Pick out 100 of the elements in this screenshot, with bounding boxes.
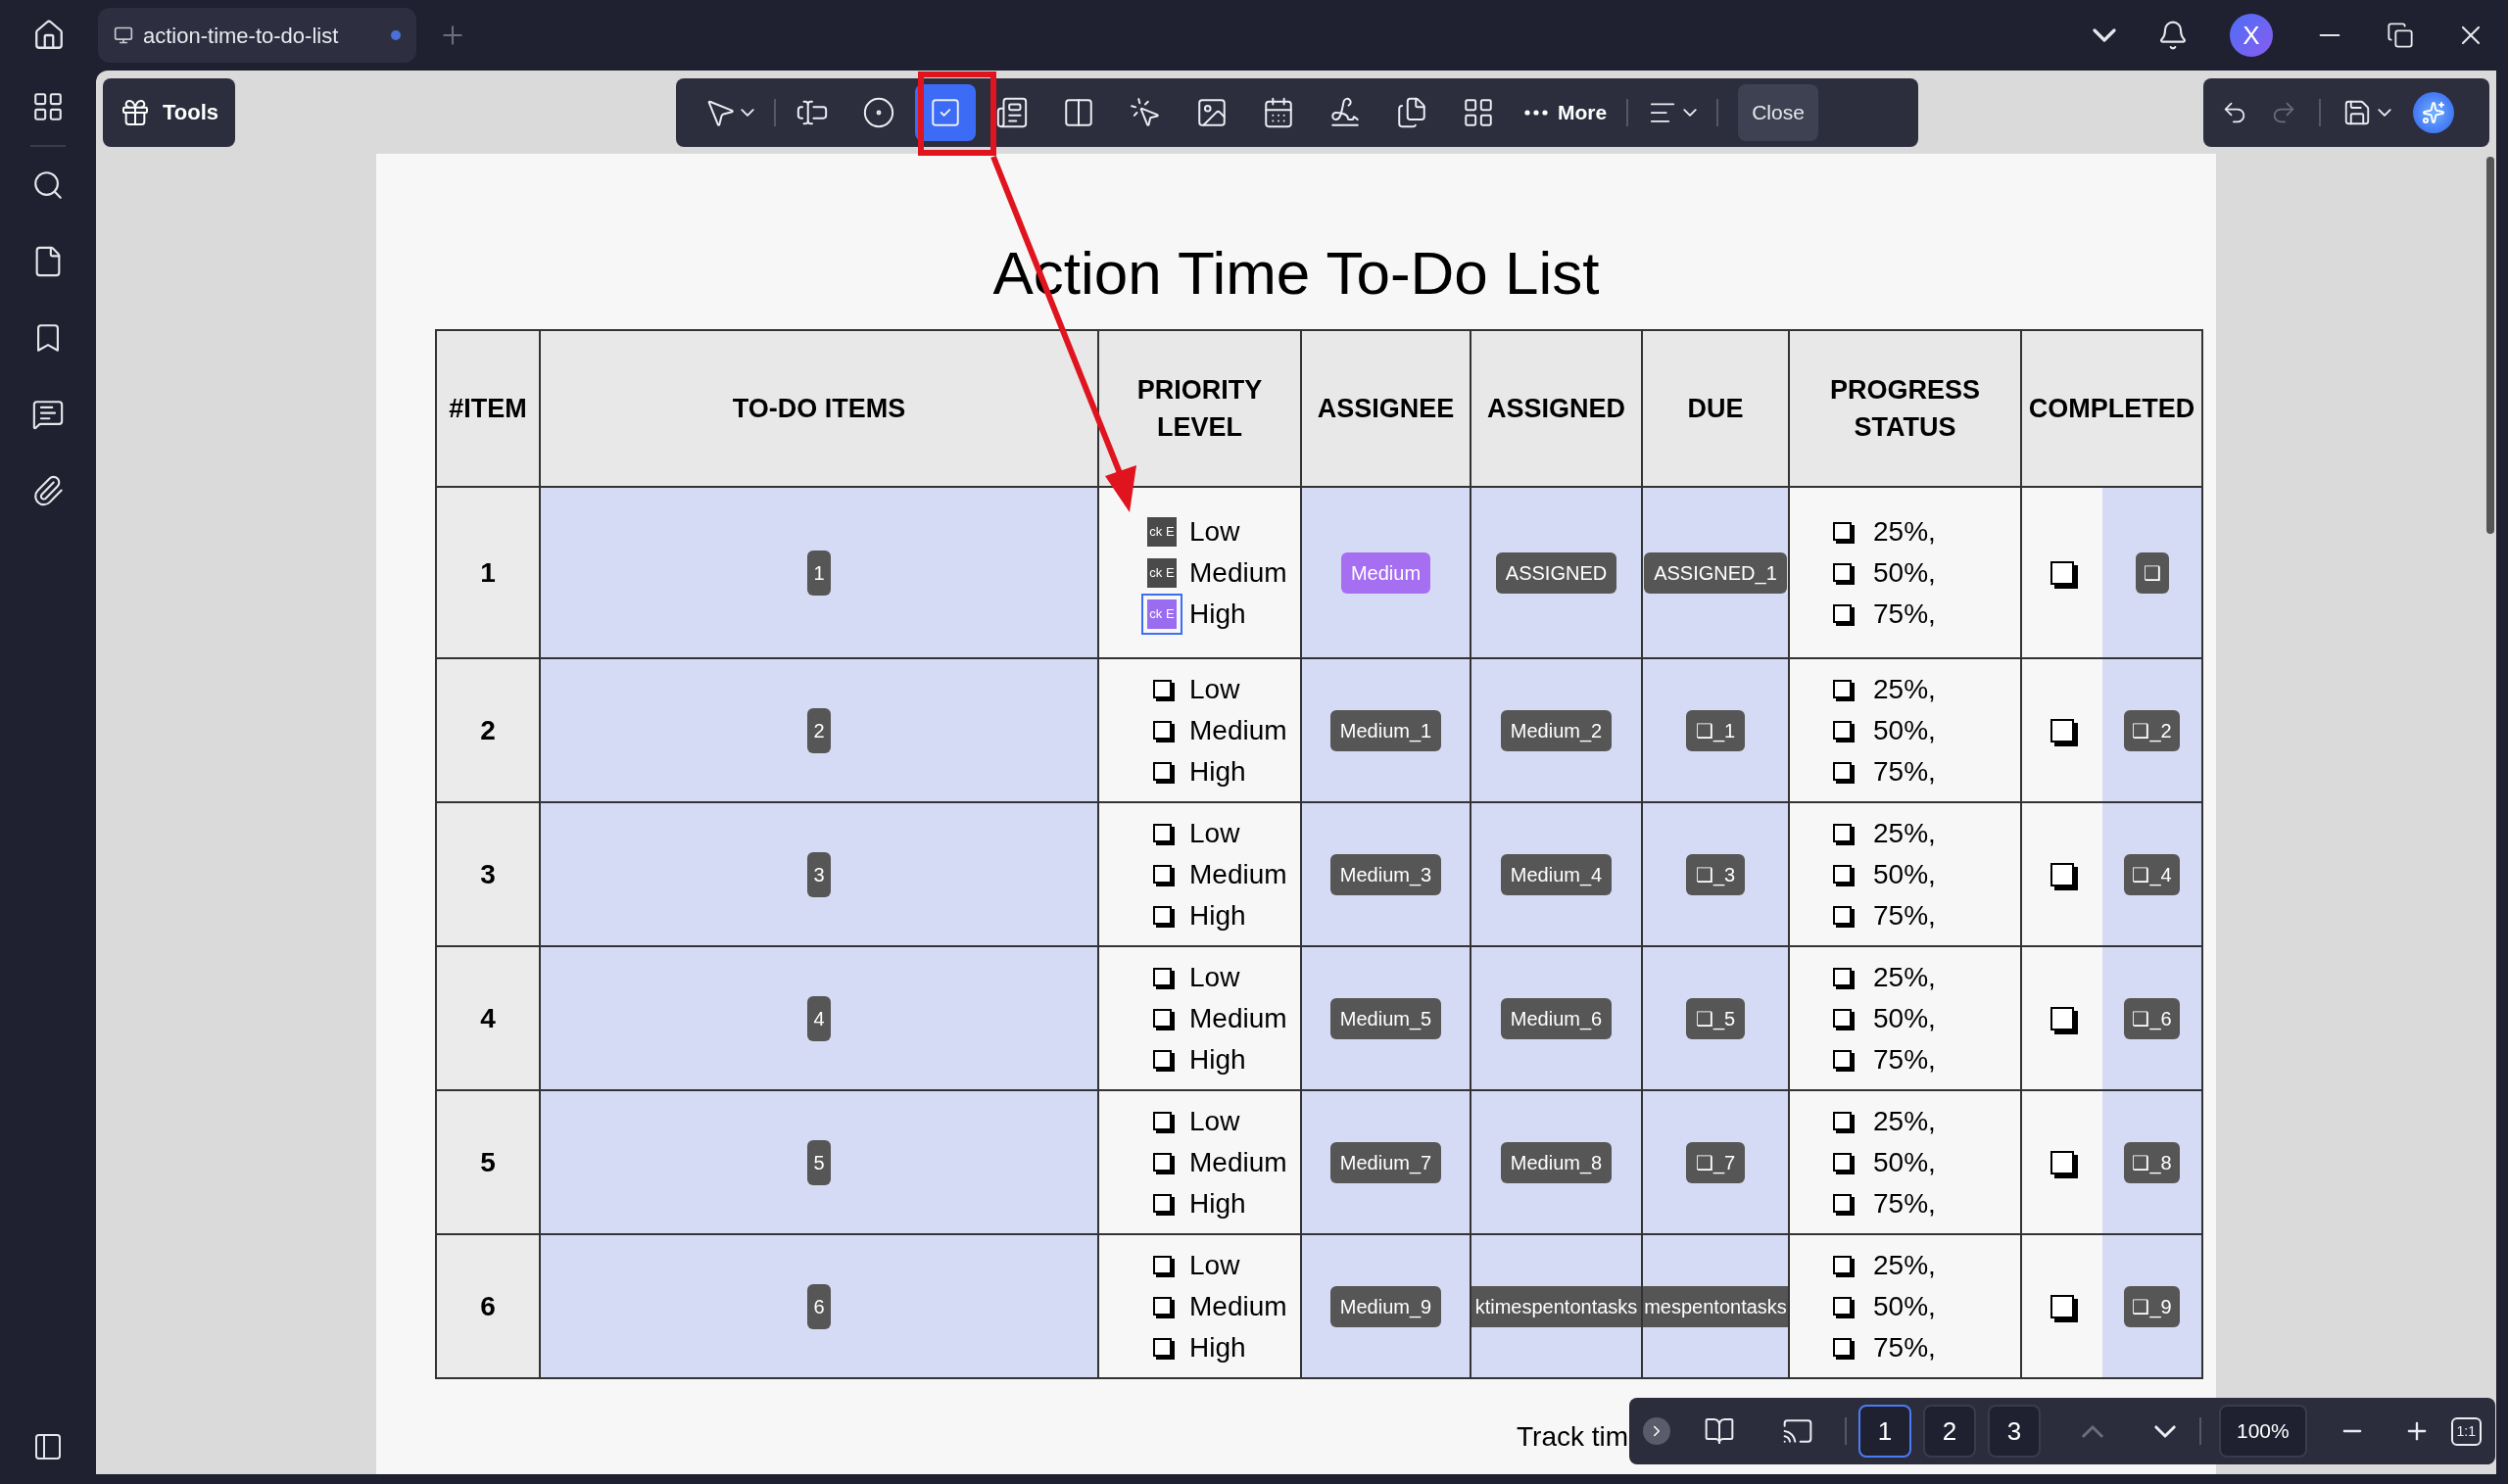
restore-icon[interactable] xyxy=(2387,22,2414,49)
checkbox[interactable] xyxy=(1833,1338,1852,1357)
form-field[interactable]: ❑_4 xyxy=(2124,853,2180,895)
checkbox[interactable] xyxy=(1152,968,1172,986)
checkbox-tool-button[interactable] xyxy=(915,83,976,141)
form-field[interactable]: ❑_1 xyxy=(1685,709,1746,751)
checkbox[interactable] xyxy=(1152,680,1172,698)
user-avatar[interactable]: X xyxy=(2230,14,2273,57)
checkbox[interactable] xyxy=(1833,1112,1852,1130)
checkbox[interactable] xyxy=(1833,762,1852,781)
checkbox[interactable] xyxy=(1833,1297,1852,1316)
zoom-field[interactable]: 100% xyxy=(2219,1405,2307,1458)
attachment-icon[interactable] xyxy=(31,474,65,507)
tools-button[interactable]: Tools xyxy=(103,77,235,147)
page-button[interactable]: 1 xyxy=(1858,1405,1911,1458)
checkbox[interactable] xyxy=(1152,721,1172,740)
expand-icon[interactable] xyxy=(1643,1417,1670,1445)
book-icon[interactable] xyxy=(1704,1415,1735,1447)
form-field[interactable]: ck E xyxy=(1147,557,1177,588)
checkbox[interactable] xyxy=(1152,1194,1172,1213)
form-field[interactable]: Medium_9 xyxy=(1329,1285,1442,1327)
checkbox[interactable] xyxy=(1833,1009,1852,1028)
chevron-down-icon[interactable] xyxy=(2093,28,2116,42)
form-field[interactable]: Medium_1 xyxy=(1329,709,1442,751)
comment-icon[interactable] xyxy=(31,398,65,431)
checkbox[interactable] xyxy=(1833,1050,1852,1069)
option-label: Medium xyxy=(1189,1001,1287,1035)
home-icon[interactable] xyxy=(32,19,66,52)
checkbox[interactable] xyxy=(1152,906,1172,925)
form-field[interactable]: ❑_3 xyxy=(1685,853,1746,895)
tab-title: action-time-to-do-list xyxy=(143,22,339,50)
checkbox[interactable] xyxy=(1833,604,1852,623)
checkbox[interactable] xyxy=(1833,1153,1852,1172)
assistant-icon[interactable] xyxy=(2413,91,2454,133)
scrollbar-thumb[interactable] xyxy=(2486,157,2494,534)
checkbox[interactable] xyxy=(1152,1153,1172,1172)
form-field[interactable]: Medium_5 xyxy=(1329,997,1442,1039)
document-tab[interactable]: action-time-to-do-list xyxy=(98,8,416,63)
page-button[interactable]: 3 xyxy=(1988,1405,2041,1458)
form-field[interactable]: Medium_7 xyxy=(1329,1141,1442,1183)
option-label: 75%, xyxy=(1873,1042,1936,1077)
form-field[interactable]: ❑_7 xyxy=(1685,1141,1746,1183)
form-field[interactable]: 5 xyxy=(807,1139,831,1185)
form-field[interactable]: ck E xyxy=(1147,516,1177,547)
checkbox[interactable] xyxy=(1833,865,1852,884)
form-field[interactable]: ❑_5 xyxy=(1685,997,1746,1039)
option-label: 25%, xyxy=(1873,514,1936,549)
close-button[interactable]: Close xyxy=(1738,83,1818,141)
option-label: 75%, xyxy=(1873,597,1936,631)
checkbox[interactable] xyxy=(1833,906,1852,925)
previous-page-icon[interactable] xyxy=(2082,1424,2103,1438)
form-field[interactable]: ❑_2 xyxy=(2124,709,2180,751)
checkbox[interactable] xyxy=(1152,1297,1172,1316)
form-field[interactable]: ck E xyxy=(1147,598,1177,629)
form-field[interactable]: ASSIGNED_1 xyxy=(1644,551,1787,594)
checkbox[interactable] xyxy=(1833,1194,1852,1213)
checkbox[interactable] xyxy=(1833,824,1852,842)
checkbox[interactable] xyxy=(1152,865,1172,884)
form-field[interactable]: 4 xyxy=(807,995,831,1041)
form-field[interactable]: 3 xyxy=(807,851,831,897)
checkbox[interactable] xyxy=(1152,1338,1172,1357)
form-field[interactable]: ❑_9 xyxy=(2124,1285,2180,1327)
form-field[interactable]: Medium_4 xyxy=(1500,853,1613,895)
form-field[interactable]: ❑ xyxy=(2135,551,2169,594)
form-field[interactable]: ❑_8 xyxy=(2124,1141,2180,1183)
option-label: Medium xyxy=(1189,857,1287,891)
checkbox[interactable] xyxy=(1833,563,1852,582)
page-button[interactable]: 2 xyxy=(1923,1405,1976,1458)
notification-icon[interactable] xyxy=(2157,20,2189,51)
checkbox[interactable] xyxy=(1152,824,1172,842)
form-field[interactable]: ❑_6 xyxy=(2124,997,2180,1039)
form-field[interactable]: Medium_3 xyxy=(1329,853,1442,895)
checkbox[interactable] xyxy=(1833,522,1852,541)
form-field[interactable]: Medium_8 xyxy=(1500,1141,1613,1183)
checkbox[interactable] xyxy=(1152,1050,1172,1069)
actual-size-button[interactable]: 1:1 xyxy=(2450,1416,2482,1446)
checkbox[interactable] xyxy=(1152,1256,1172,1274)
option-label: 50%, xyxy=(1873,555,1936,590)
checkbox[interactable] xyxy=(1833,1256,1852,1274)
checkbox[interactable] xyxy=(1152,1112,1172,1130)
more-button[interactable]: More xyxy=(1524,96,1608,128)
form-field[interactable]: mespentontasks xyxy=(1643,1285,1788,1327)
apps-icon[interactable] xyxy=(31,90,65,123)
panel-icon[interactable] xyxy=(32,1431,64,1462)
form-field[interactable]: 6 xyxy=(807,1283,831,1329)
option-label: 25%, xyxy=(1873,1104,1936,1138)
checkbox[interactable] xyxy=(1833,721,1852,740)
checkbox[interactable] xyxy=(1152,762,1172,781)
form-field[interactable]: ASSIGNED xyxy=(1495,551,1617,594)
form-field[interactable]: 1 xyxy=(807,550,831,596)
checkbox[interactable] xyxy=(1833,680,1852,698)
checkbox[interactable] xyxy=(1152,1009,1172,1028)
column-header: DUE xyxy=(1687,393,1744,425)
checkbox[interactable] xyxy=(1833,968,1852,986)
form-field[interactable]: Medium_2 xyxy=(1500,709,1613,751)
search-icon[interactable] xyxy=(31,168,65,202)
form-field[interactable]: Medium_6 xyxy=(1500,997,1613,1039)
form-field[interactable]: ktimespentontasks xyxy=(1471,1285,1641,1327)
next-page-icon[interactable] xyxy=(2154,1424,2176,1438)
form-field[interactable]: 2 xyxy=(807,707,831,753)
